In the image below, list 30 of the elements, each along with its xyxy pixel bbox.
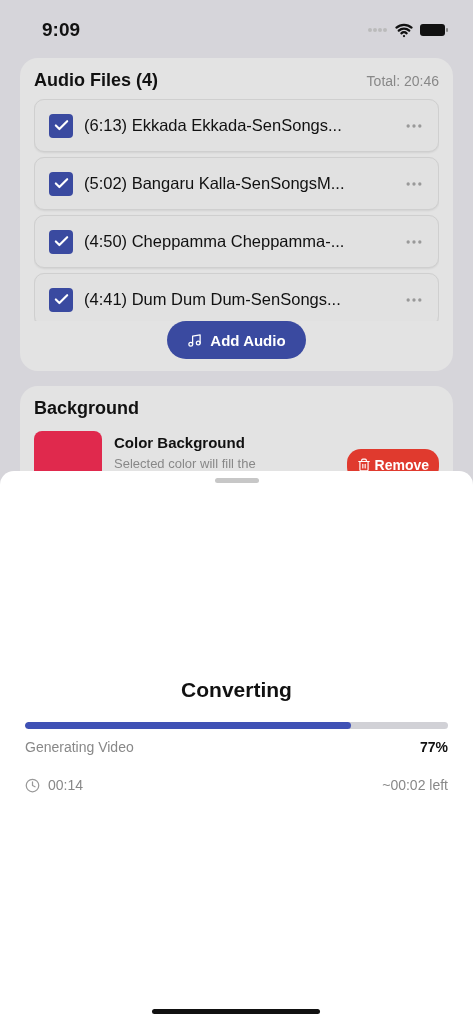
battery-icon [419, 23, 449, 37]
checkbox[interactable] [49, 229, 73, 254]
checkbox[interactable] [49, 113, 73, 138]
card-title: Audio Files (4) [34, 70, 158, 91]
audio-title: (4:50) Cheppamma Cheppamma-... [84, 232, 346, 251]
sheet-title: Converting [180, 678, 293, 702]
music-note-icon [187, 332, 203, 348]
progress-stage: Generating Video [25, 739, 134, 755]
audio-row[interactable]: (4:50) Cheppamma Cheppamma-... [34, 215, 439, 268]
total-duration: Total: 20:46 [366, 73, 439, 89]
audio-title: (5:02) Bangaru Kalla-SenSongsM... [84, 174, 346, 193]
remaining-time: ~00:02 left [382, 777, 448, 793]
checkbox[interactable] [49, 287, 73, 312]
signal-icon [367, 27, 389, 33]
progress-percent: 77% [419, 739, 448, 755]
card-title: Background [34, 398, 139, 418]
add-audio-button[interactable]: Add Audio [167, 321, 306, 359]
audio-title: (4:41) Dum Dum Dum-SenSongs... [84, 290, 342, 309]
checkbox[interactable] [49, 171, 73, 196]
audio-row[interactable]: (5:02) Bangaru Kalla-SenSongsM... [34, 157, 439, 210]
audio-title: (6:13) Ekkada Ekkada-SenSongs... [84, 116, 343, 135]
status-time: 9:09 [42, 19, 81, 41]
wifi-icon [395, 21, 413, 39]
background-description: Selected color will fill the [114, 456, 257, 471]
audio-row[interactable]: (4:41) Dum Dum Dum-SenSongs... [34, 273, 439, 321]
sheet-handle[interactable] [214, 478, 259, 483]
background-title: Color Background [114, 434, 246, 451]
elapsed-time: 00:14 [48, 777, 84, 793]
clock-icon [25, 777, 40, 793]
audio-row[interactable]: (6:13) Ekkada Ekkada-SenSongs... [34, 99, 439, 152]
